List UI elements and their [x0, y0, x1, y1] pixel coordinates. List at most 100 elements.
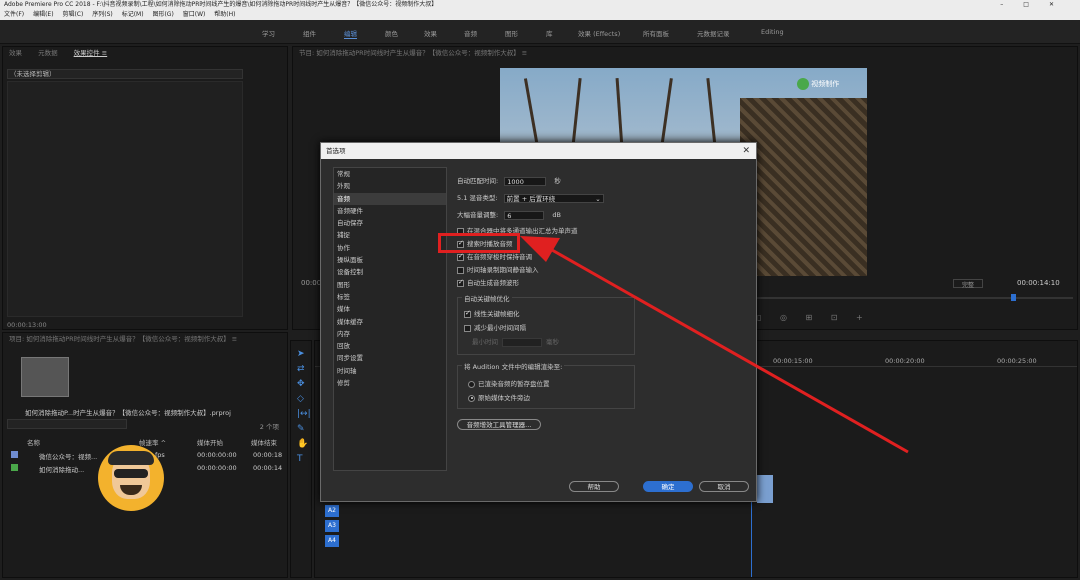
- workspace-all-panels[interactable]: 所有面板: [643, 28, 669, 38]
- mix-type-label: 5.1 混音类型:: [457, 194, 498, 202]
- track-a3[interactable]: A3: [325, 520, 339, 532]
- category-trim[interactable]: 修剪: [334, 377, 446, 389]
- row-start: 00:00:00:00: [197, 451, 237, 459]
- audio-plugin-manager-button[interactable]: 音频增效工具管理器...: [457, 419, 541, 430]
- program-title: 节目: 如何消除拖动PR时间线时产生从爆音？【微信公众号：视频制作大叔】 ≡: [299, 49, 528, 57]
- workspace-bar: 学习 组件 编辑 颜色 效果 音频 图形 库 效果 (Effects) 所有面板…: [0, 20, 1080, 44]
- category-audio-hardware[interactable]: 音频硬件: [334, 205, 446, 217]
- maintain-pitch-checkbox[interactable]: [457, 252, 464, 261]
- track-a4[interactable]: A4: [325, 535, 339, 547]
- tab-metadata[interactable]: 元数据: [38, 49, 58, 57]
- col-media-end[interactable]: 媒体结束: [251, 437, 277, 447]
- keyframe-optimization-group: 自动关键帧优化 线性关键帧细化 减少最小时间间隔 最小时间 毫秒: [457, 293, 635, 355]
- close-icon[interactable]: ✕: [742, 143, 750, 159]
- menu-window[interactable]: 窗口(W): [183, 11, 206, 18]
- category-audio[interactable]: 音频: [334, 192, 446, 205]
- ok-button[interactable]: 确定: [643, 481, 693, 492]
- mix-type-dropdown[interactable]: 前置 + 后置环绕 ⌄: [503, 193, 604, 203]
- category-capture[interactable]: 捕捉: [334, 229, 446, 241]
- category-memory[interactable]: 内存: [334, 328, 446, 340]
- col-media-start[interactable]: 媒体开始: [197, 437, 223, 447]
- menu-sequence[interactable]: 序列(S): [92, 11, 113, 18]
- playhead-marker[interactable]: [1011, 294, 1016, 301]
- tool-icons[interactable]: ➤ ⇄ ✥ ◇ |↔| ✎ ✋ T: [297, 347, 311, 467]
- workspace-audio[interactable]: 音频: [464, 28, 477, 38]
- category-collaboration[interactable]: 协作: [334, 242, 446, 254]
- cancel-button[interactable]: 取消: [699, 481, 749, 492]
- category-device-control[interactable]: 设备控制: [334, 266, 446, 278]
- gain-label: 大幅音量调整:: [457, 211, 499, 219]
- category-appearance[interactable]: 外观: [334, 180, 446, 192]
- category-playback[interactable]: 回放: [334, 340, 446, 352]
- menu-file[interactable]: 文件(F): [4, 11, 24, 18]
- audio-preferences: 自动匹配时间: 1000 秒 5.1 混音类型: 前置 + 后置环绕 ⌄ 大幅音量…: [455, 169, 755, 479]
- min-time-unit: 毫秒: [546, 338, 559, 346]
- row-end: 00:00:18: [253, 451, 283, 459]
- category-graphics[interactable]: 图形: [334, 279, 446, 291]
- auto-waveform-label: 自动生成音频波形: [467, 279, 519, 287]
- workspace-libraries[interactable]: 库: [546, 28, 553, 38]
- auto-match-input[interactable]: 1000: [504, 176, 547, 186]
- effect-controls-panel: 效果 元数据 效果控件 ≡ （未选择剪辑） 00:00:13:00: [2, 46, 288, 330]
- category-timeline[interactable]: 时间轴: [334, 365, 446, 377]
- auto-match-unit: 秒: [554, 177, 561, 185]
- audio-clip[interactable]: [757, 475, 773, 503]
- ruler-tick-label: 00:00:20:00: [885, 357, 925, 365]
- menu-clip[interactable]: 剪辑(C): [62, 11, 83, 18]
- scratch-disk-radio[interactable]: [468, 380, 475, 388]
- source-media-label: 原始媒体文件旁边: [478, 394, 530, 402]
- workspace-color[interactable]: 颜色: [385, 28, 398, 38]
- linear-keyframe-label: 线性关键帧细化: [474, 310, 520, 318]
- project-search-input[interactable]: [7, 419, 127, 429]
- min-time-input[interactable]: [502, 337, 542, 347]
- source-media-radio[interactable]: [468, 394, 475, 402]
- workspace-editing-en[interactable]: Editing: [761, 28, 784, 36]
- project-thumbnail[interactable]: [21, 357, 69, 397]
- col-fps[interactable]: 帧速率 ^: [139, 437, 166, 447]
- help-button[interactable]: 帮助: [569, 481, 619, 492]
- ruler-tick-label: 00:00:15:00: [773, 357, 813, 365]
- fit-dropdown[interactable]: 完整: [953, 279, 983, 289]
- category-sync-settings[interactable]: 同步设置: [334, 352, 446, 364]
- workspace-editing[interactable]: 编辑: [344, 28, 357, 39]
- linear-keyframe-checkbox[interactable]: [464, 309, 471, 318]
- row-name: 如何消除拖动...: [39, 466, 85, 474]
- category-control-surface[interactable]: 操纵面板: [334, 254, 446, 266]
- chevron-down-icon: ⌄: [595, 194, 601, 203]
- program-timecode-right: 00:00:14:10: [1017, 279, 1060, 287]
- program-scrub-bar[interactable]: [757, 297, 1073, 299]
- workspace-metadata[interactable]: 元数据记录: [697, 28, 730, 38]
- label-color-swatch: [11, 451, 18, 458]
- track-a2[interactable]: A2: [325, 505, 339, 517]
- gain-unit: dB: [552, 211, 561, 219]
- gain-input[interactable]: 6: [504, 210, 545, 220]
- workspace-effects-en[interactable]: 效果 (Effects): [578, 28, 620, 38]
- menu-edit[interactable]: 编辑(E): [33, 11, 53, 18]
- auto-match-label: 自动匹配时间:: [457, 177, 499, 185]
- workspace-learn[interactable]: 学习: [262, 28, 275, 38]
- scratch-disk-label: 已渲染音频的暂存盘位置: [478, 380, 550, 388]
- tools-panel: ➤ ⇄ ✥ ◇ |↔| ✎ ✋ T: [290, 340, 312, 578]
- auto-waveform-checkbox[interactable]: [457, 278, 464, 287]
- window-controls[interactable]: –□✕: [1000, 0, 1074, 10]
- min-interval-checkbox[interactable]: [464, 324, 471, 332]
- audition-group-title: 将 Audition 文件中的编辑渲染至:: [462, 361, 565, 371]
- category-auto-save[interactable]: 自动保存: [334, 217, 446, 229]
- workspace-effects[interactable]: 效果: [424, 28, 437, 38]
- tab-effects[interactable]: 效果: [9, 49, 22, 57]
- category-media[interactable]: 媒体: [334, 303, 446, 315]
- col-name[interactable]: 名称: [27, 437, 40, 447]
- tab-effect-controls[interactable]: 效果控件 ≡: [74, 49, 108, 57]
- effect-controls-tabs: 效果 元数据 效果控件 ≡: [3, 47, 287, 59]
- mute-input-checkbox[interactable]: [457, 266, 464, 274]
- category-general[interactable]: 常规: [334, 168, 446, 180]
- category-media-cache[interactable]: 媒体缓存: [334, 316, 446, 328]
- menu-graphics[interactable]: 图形(G): [152, 11, 173, 18]
- workspace-assembly[interactable]: 组件: [303, 28, 316, 38]
- menu-help[interactable]: 帮助(H): [214, 11, 235, 18]
- menu-marker[interactable]: 标记(M): [122, 11, 144, 18]
- category-labels[interactable]: 标签: [334, 291, 446, 303]
- workspace-graphics[interactable]: 图形: [505, 28, 518, 38]
- window-title: Adobe Premiere Pro CC 2018 - F:\抖音视频录制\工…: [4, 1, 438, 8]
- transport-controls[interactable]: ▯ ◎ ⊞ ⊡ +: [757, 313, 871, 322]
